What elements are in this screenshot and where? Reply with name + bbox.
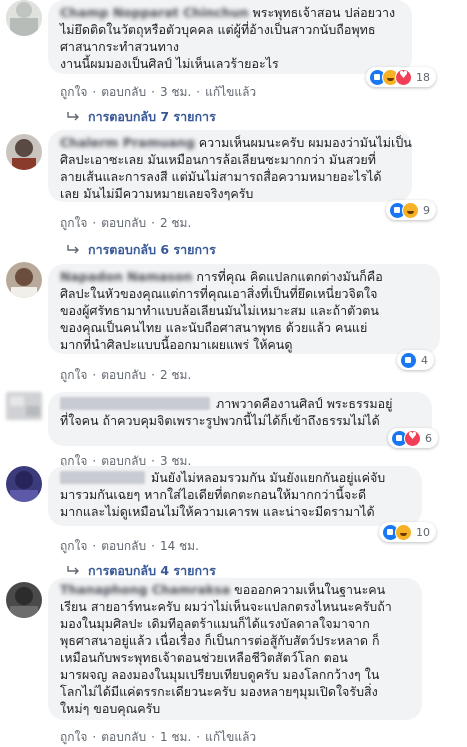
comment-text-line: โลกไม่ได้มีแค่ตรรกะเดียวนะครับ มองหลายๆม… <box>60 684 378 699</box>
comment-text-line: ศาสนากระทำสวนทาง <box>60 39 179 54</box>
comment-text-line: ศิลปะเอาซะเลย มันเหมือนการล้อเลียนซะมากก… <box>60 152 376 167</box>
comment-actions: ถูกใจ · ตอบกลับ · 3 ชม. · แก้ไขแล้ว <box>60 85 257 99</box>
like-reaction-icon <box>400 351 417 369</box>
avatar-image <box>6 262 42 298</box>
comment-text-line: มากและไม่ดูเหมือนไม่ให้ความเคารพ และน่าจ… <box>60 504 375 519</box>
reaction-count: 9 <box>423 203 430 217</box>
comment-text-line: เรียน สายอาร์ทนะครับ ผมว่าไม่เห็นจะแปลกต… <box>60 599 392 614</box>
reactions-summary[interactable]: 18 <box>366 67 436 87</box>
comment-text-line: ของคุณเป็นคนไทย และนับถือศาสนาพุทธ ด้วยแ… <box>60 320 368 335</box>
comment-text-line: งานนี้ผมมองเป็นศิลป์ ไม่เห็นเลวร้ายอะไร <box>60 56 279 71</box>
view-replies-link[interactable]: การตอบกลับ 7 รายการ <box>66 107 216 127</box>
like-link[interactable]: ถูกใจ <box>60 85 87 99</box>
comment-actions: ถูกใจ · ตอบกลับ · 1 ชม. · แก้ไขแล้ว <box>60 730 257 744</box>
reaction-count: 18 <box>416 70 430 84</box>
view-replies-link[interactable]: การตอบกลับ 6 รายการ <box>66 240 216 260</box>
avatar-image <box>6 582 42 618</box>
love-reaction-icon <box>395 68 412 86</box>
comment-text-line: พุธศาสนาอยู่แล้ว เนื่อเรื่อง ก็เป็นการต่… <box>60 633 380 648</box>
replies-count-label: การตอบกลับ 7 รายการ <box>88 109 216 124</box>
comment-timestamp[interactable]: 2 ชม. <box>160 368 191 382</box>
reaction-count: 6 <box>425 431 432 445</box>
comment-timestamp[interactable]: 2 ชม. <box>160 216 191 230</box>
redacted-author-name <box>60 397 210 410</box>
comment-timestamp[interactable]: 14 ชม. <box>160 539 199 553</box>
reply-link[interactable]: ตอบกลับ <box>101 216 146 230</box>
comment-text-line: ลายเส้นและการลงสี แต่มันไม่สามารถสื่อควา… <box>60 169 382 184</box>
comment-author[interactable]: Champ Nopparat Chinchun <box>60 5 249 20</box>
reaction-count: 4 <box>421 353 428 367</box>
comment-text-line: ใหม่ๆ ขอบคุณครับ <box>60 701 161 716</box>
comment-text-line: มองในมุมศิลปะ เดิมทีอุลตร้าแมนก็ได้แรงบั… <box>60 616 370 631</box>
avatar-image <box>6 466 42 502</box>
avatar[interactable] <box>6 134 42 170</box>
reactions-summary[interactable]: 6 <box>388 428 438 448</box>
avatar[interactable] <box>6 466 42 502</box>
comment-bubble: Chalerm Pramuang ความเห็นผมนะครับ ผมมองว่… <box>48 130 412 202</box>
comment-text-line: ของผู้ศรัทธามาทำแบบล้อเลียนมันไม่เหมาะสม… <box>60 303 379 318</box>
comment-actions: ถูกใจ · ตอบกลับ · 2 ชม. <box>60 368 192 382</box>
reaction-count: 10 <box>416 525 430 539</box>
edited-label: แก้ไขแล้ว <box>205 730 257 744</box>
avatar[interactable] <box>6 582 42 618</box>
comment-text-line: ที่ใจคน ถ้าควบคุมจิตเพราะรูปพวกนี้ไม่ได้… <box>60 413 380 428</box>
comment-text-line: ไม่ยึดติดในวัตถุหรือตัวบุคคล แต่ผู้ที่อ้… <box>60 22 376 37</box>
reactions-summary[interactable]: 10 <box>379 522 436 542</box>
comment-actions: ถูกใจ · ตอบกลับ · 2 ชม. <box>60 216 192 230</box>
comment-bubble: มันยังไม่หลอมรวมกัน มันยังแยกกันอยู่แค่จ… <box>48 466 422 526</box>
comment-text-line: มันยังไม่หลอมรวมกัน มันยังแยกกันอยู่แค่จ… <box>151 470 386 485</box>
love-reaction-icon <box>404 429 421 447</box>
reply-link[interactable]: ตอบกลับ <box>101 730 146 744</box>
comment-timestamp[interactable]: 1 ชม. <box>160 730 191 744</box>
like-link[interactable]: ถูกใจ <box>60 368 87 382</box>
comment-timestamp[interactable]: 3 ชม. <box>160 85 191 99</box>
reactions-summary[interactable]: 4 <box>397 350 434 370</box>
edited-label: แก้ไขแล้ว <box>205 85 257 99</box>
comment-bubble: Champ Nopparat Chinchun พระพุทธเจ้าสอน ปล… <box>48 0 412 74</box>
comment-author[interactable]: Chalerm Pramuang <box>60 135 195 150</box>
comment-text-line: ขอออกความเห็นในฐานะคน <box>234 582 386 597</box>
reply-link[interactable]: ตอบกลับ <box>101 85 146 99</box>
comment-text-line: ศิลปะในหัวของคุณแต่การที่คุณเอาสิ่งที่เป… <box>60 286 378 301</box>
avatar-image <box>6 0 42 36</box>
comment-author[interactable]: Thanaphong Chamraksa <box>60 582 230 597</box>
avatar[interactable] <box>6 262 42 298</box>
replies-count-label: การตอบกลับ 6 รายการ <box>88 242 216 257</box>
comment-text-line: ภาพวาดคืองานศิลป์ พระธรรมอยู่ <box>216 396 393 411</box>
comment-text-line: เลย มันไม่มีความหมายเลยจริงๆครับ <box>60 186 254 201</box>
redacted-author-name <box>60 471 145 484</box>
comment-bubble: Thanaphong Chamraksa ขอออกความเห็นในฐานะค… <box>48 578 422 720</box>
comment-text-line: ความเห็นผมนะครับ ผมมองว่ามันไม่เป็น <box>198 135 412 150</box>
comment-text-line: มารวมกันเฉยๆ หากใส่ไอเดียที่ตกตะกอนให้มา… <box>60 487 367 502</box>
haha-reaction-icon <box>395 523 412 541</box>
comment-bubble: Napadon Namason การที่คุณ คิดแปลกแตกต่างม… <box>48 264 440 354</box>
comment-text-line: การที่คุณ คิดแปลกแตกต่างมันก็คือ <box>196 269 383 284</box>
reply-arrow-icon <box>67 566 79 575</box>
comment-text-line: เหมือนกับพระพุทธเจ้าตอนช่วยเหลือชีวิตสัต… <box>60 650 348 665</box>
avatar-image <box>6 134 42 170</box>
reply-arrow-icon <box>67 245 79 254</box>
comment-author[interactable]: Napadon Namason <box>60 269 192 284</box>
reply-link[interactable]: ตอบกลับ <box>101 539 146 553</box>
like-link[interactable]: ถูกใจ <box>60 216 87 230</box>
comment-actions: ถูกใจ · ตอบกลับ · 14 ชม. <box>60 539 199 553</box>
like-link[interactable]: ถูกใจ <box>60 730 87 744</box>
comment-text-line: มากที่นำศิลปะแบบนี้ออกมาเผยแพร่ ให้คนดู <box>60 337 293 352</box>
comment-text-line: พระพุทธเจ้าสอน ปล่อยวาง <box>252 5 396 20</box>
comment-bubble: ภาพวาดคืองานศิลป์ พระธรรมอยู่ ที่ใจคน ถ้… <box>48 392 432 446</box>
reply-link[interactable]: ตอบกลับ <box>101 368 146 382</box>
avatar-image <box>6 392 42 420</box>
avatar[interactable] <box>6 0 42 36</box>
like-link[interactable]: ถูกใจ <box>60 539 87 553</box>
avatar[interactable] <box>6 392 42 420</box>
haha-reaction-icon <box>402 201 419 219</box>
reactions-summary[interactable]: 9 <box>386 200 436 220</box>
comment-text-line: มารผจญ ลองมองในมุมเปรียบเทียบดูครับ มองโ… <box>60 667 380 682</box>
reply-arrow-icon <box>67 112 79 121</box>
